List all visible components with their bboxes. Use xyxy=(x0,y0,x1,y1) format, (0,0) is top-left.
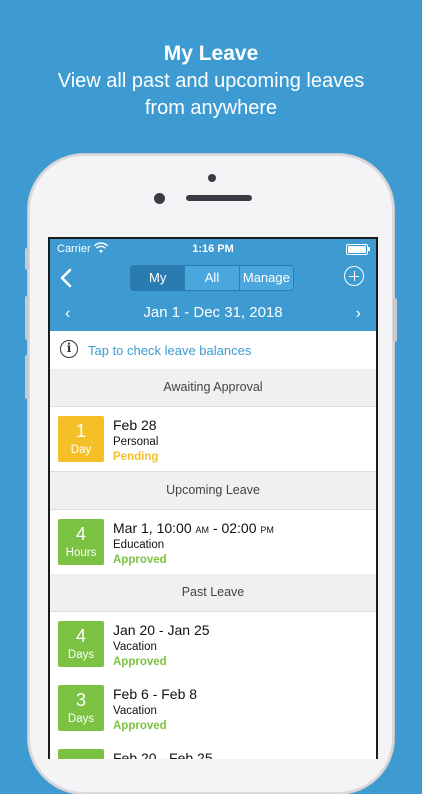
leave-start-time: Mar 1, 10:00 xyxy=(113,520,192,536)
leave-date: Feb 6 - Feb 8 xyxy=(113,686,198,702)
app-screen: Carrier 1:16 PM My All Manage ‹ Jan 1 - … xyxy=(48,237,378,759)
duration-unit: Days xyxy=(67,649,95,661)
leave-duration-badge: 4 Hours xyxy=(58,519,104,565)
leave-type: Education xyxy=(113,539,165,551)
leave-item[interactable]: 4 Days Jan 20 - Jan 25 Vacation Approved xyxy=(50,612,376,677)
segment-all[interactable]: All xyxy=(185,266,240,290)
phone-sensor xyxy=(208,174,216,182)
duration-unit: Day xyxy=(70,444,92,456)
leave-date: Feb 20 - Feb 25 xyxy=(113,750,213,759)
status-time: 1:16 PM xyxy=(192,243,234,255)
leave-item[interactable]: 3 Days Feb 6 - Feb 8 Vacation Approved xyxy=(50,676,376,741)
leave-type: Vacation xyxy=(113,705,157,717)
leave-date: Mar 1, 10:00 AM - 02:00 PM xyxy=(113,520,274,536)
duration-count: 4 xyxy=(75,626,86,646)
am-label: AM xyxy=(195,525,210,535)
section-awaiting-approval: Awaiting Approval xyxy=(50,369,376,407)
phone-volume-up xyxy=(25,296,29,340)
leave-status: Approved xyxy=(113,554,167,566)
section-past-leave: Past Leave xyxy=(50,574,376,612)
segment-my[interactable]: My xyxy=(131,266,186,290)
leave-duration-badge: 1 Day xyxy=(58,416,104,462)
segment-manage[interactable]: Manage xyxy=(239,266,293,290)
info-icon: i xyxy=(60,340,78,358)
leave-status: Pending xyxy=(113,451,159,463)
duration-count: 1 xyxy=(75,421,86,441)
promo-subtitle-line: View all past and upcoming leaves xyxy=(57,70,365,92)
leave-duration-badge: 4 Days xyxy=(58,621,104,667)
phone-power-button xyxy=(393,298,397,342)
leave-end-time: - 02:00 xyxy=(209,520,257,536)
view-segmented-control: My All Manage xyxy=(130,265,294,291)
leave-item[interactable]: 4 Hours Mar 1, 10:00 AM - 02:00 PM Educa… xyxy=(50,510,376,575)
leave-balance-link[interactable]: Tap to check leave balances xyxy=(88,343,251,358)
leave-status: Approved xyxy=(113,656,167,668)
section-upcoming-leave: Upcoming Leave xyxy=(50,472,376,510)
leave-date: Feb 28 xyxy=(113,417,157,433)
leave-type: Vacation xyxy=(113,641,157,653)
leave-item[interactable]: 1 Day Feb 28 Personal Pending xyxy=(50,407,376,472)
duration-count: 3 xyxy=(75,690,86,710)
leave-type: Personal xyxy=(113,436,159,448)
leave-duration-badge: 3 Days xyxy=(58,685,104,731)
duration-unit: Hours xyxy=(65,547,97,559)
promo-title: My Leave xyxy=(163,42,259,65)
leave-duration-badge xyxy=(58,749,104,759)
duration-unit: Days xyxy=(67,713,95,725)
status-bar: Carrier 1:16 PM xyxy=(50,239,376,259)
phone-mute-switch xyxy=(25,248,29,270)
phone-camera xyxy=(154,193,165,204)
pm-label: PM xyxy=(260,525,274,535)
back-chevron-icon[interactable] xyxy=(56,267,78,289)
phone-speaker xyxy=(186,195,252,201)
date-range-label: Jan 1 - Dec 31, 2018 xyxy=(143,304,283,321)
promo-subtitle-line: from anywhere xyxy=(144,97,278,119)
phone-volume-down xyxy=(25,355,29,399)
leave-balance-row[interactable]: i Tap to check leave balances xyxy=(50,331,376,370)
nav-header: Carrier 1:16 PM My All Manage ‹ Jan 1 - … xyxy=(50,239,376,331)
duration-count: 4 xyxy=(75,524,86,544)
battery-icon xyxy=(346,244,370,255)
leave-date: Jan 20 - Jan 25 xyxy=(113,622,210,638)
add-leave-icon[interactable] xyxy=(344,266,364,286)
next-range-button[interactable]: › xyxy=(356,305,361,323)
promo-subtitle: View all past and upcoming leaves from a… xyxy=(0,68,422,122)
leave-status: Approved xyxy=(113,720,167,732)
